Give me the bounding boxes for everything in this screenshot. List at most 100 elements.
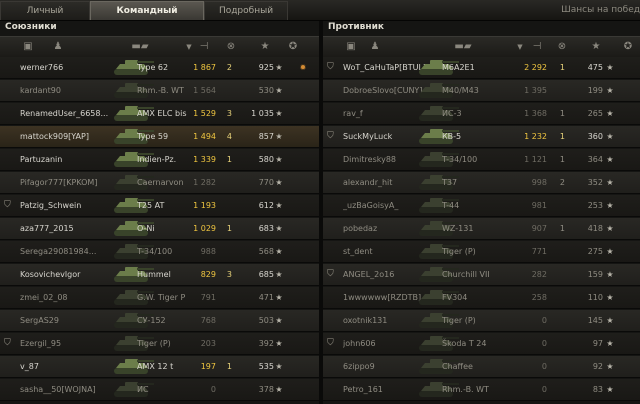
damage-value: 197: [200, 362, 216, 371]
table-row[interactable]: sasha__50[WOJNA] ИС 0 378 ★: [0, 379, 319, 401]
table-row[interactable]: zmei_02_08 G.W. Tiger P 791 471 ★: [0, 287, 319, 309]
star-icon: ★: [275, 362, 283, 371]
table-row[interactable]: 6zippo9 Chaffee 0 92 ★: [323, 356, 640, 378]
damage-value: 0: [541, 385, 547, 394]
player-icon[interactable]: ♟: [369, 40, 381, 54]
table-row[interactable]: ⛉ SuckMyLuck КВ-5 1 232 1 360 ★: [323, 126, 640, 148]
table-row[interactable]: st_dent Tiger (P) 771 275 ★: [323, 241, 640, 263]
table-row[interactable]: ⛉ WoT_CaHuTaP[BTUL] M6A2E1 2 292 1 475 ★: [323, 57, 640, 79]
table-row[interactable]: SergAS29 СУ-152 768 503 ★: [0, 310, 319, 332]
platoon-icon: ⛉: [4, 200, 11, 210]
table-row[interactable]: Kosovichevlgor Hummel 829 3 685 ★: [0, 264, 319, 286]
kills-value: 1: [559, 224, 565, 233]
player-name[interactable]: zmei_02_08: [20, 287, 116, 308]
table-row[interactable]: Petro_161 Rhm.-B. WT 0 83 ★: [323, 379, 640, 401]
damage-value: 1 494: [193, 132, 216, 141]
table-row[interactable]: Dimitresky88 T-34/100 1 121 1 364 ★: [323, 149, 640, 171]
player-name[interactable]: mattock909[YAP]: [20, 126, 116, 147]
medal-icon[interactable]: ✹: [296, 57, 310, 78]
damage-icon[interactable]: ⊣: [196, 40, 212, 54]
player-name[interactable]: Pifagor777[KPKOM]: [20, 172, 116, 193]
table-row[interactable]: Pifagor777[KPKOM] Caernarvon 1 282 770 ★: [0, 172, 319, 194]
table-row[interactable]: v_87 AMX 12 t 197 1 535 ★: [0, 356, 319, 378]
tab-personal-result[interactable]: Личный результат: [0, 1, 90, 34]
table-row[interactable]: werner766 Type 62 1 867 2 925 ★ ✹: [0, 57, 319, 79]
player-name[interactable]: v_87: [20, 356, 116, 377]
player-name[interactable]: RenamedUser_6658...: [20, 103, 116, 124]
damage-icon[interactable]: ⊣: [529, 40, 545, 54]
platoon-icon[interactable]: ▣: [22, 40, 34, 54]
table-row[interactable]: aza777_2015 O-Ni 1 029 1 683 ★: [0, 218, 319, 240]
star-icon: ★: [606, 155, 614, 164]
table-row[interactable]: ⛉ Ezergil_95 Tiger (P) 203 392 ★: [0, 333, 319, 355]
experience-value: 265: [587, 109, 603, 118]
table-row[interactable]: Serega29081984... T-34/100 988 568 ★: [0, 241, 319, 263]
table-row[interactable]: kardant90 Rhm.-B. WT 1 564 530 ★: [0, 80, 319, 102]
player-name[interactable]: SergAS29: [20, 310, 116, 331]
sort-arrow-icon[interactable]: ▼: [184, 40, 194, 54]
player-icon[interactable]: ♟: [52, 40, 64, 54]
damage-value: 1 564: [193, 86, 216, 95]
vehicle-name: ИС-3: [442, 109, 462, 118]
table-row[interactable]: ⛉ Patzig_Schwein T25 AT 1 193 612 ★: [0, 195, 319, 217]
kills-value: 1: [559, 63, 565, 72]
player-name[interactable]: Kosovichevlgor: [20, 264, 116, 285]
medal-icon[interactable]: ✪: [286, 40, 300, 54]
vehicle-icon[interactable]: ▬▰: [120, 40, 160, 54]
table-row[interactable]: Partuzanin Indien-Pz. 1 339 1 580 ★: [0, 149, 319, 171]
vehicle-name: Tiger (P): [442, 247, 476, 256]
allies-panel: Союзники ▣ ♟ ▬▰ ▼ ⊣ ⊗ ★ ✪ werner766 Type …: [0, 21, 319, 404]
table-row[interactable]: oxotnik131 Tiger (P) 0 145 ★: [323, 310, 640, 332]
player-name[interactable]: Serega29081984...: [20, 241, 116, 262]
kills-value: 1: [226, 362, 232, 371]
table-row[interactable]: ⛉ ANGEL_2o16 Churchill VII 282 159 ★: [323, 264, 640, 286]
table-row[interactable]: DobroeSlovo[CUNY] M40/M43 1 395 199 ★: [323, 80, 640, 102]
table-row[interactable]: rav_f ИС-3 1 368 1 265 ★: [323, 103, 640, 125]
experience-value: 568: [258, 247, 274, 256]
tab-team-result[interactable]: Командный результат: [90, 1, 204, 34]
damage-value: 258: [531, 293, 547, 302]
player-name[interactable]: Patzig_Schwein: [20, 195, 116, 216]
damage-value: 0: [541, 339, 547, 348]
damage-value: 1 529: [193, 109, 216, 118]
experience-icon[interactable]: ★: [258, 40, 272, 54]
kills-icon[interactable]: ⊗: [553, 40, 571, 54]
damage-value: 1 282: [193, 178, 216, 187]
star-icon: ★: [275, 339, 283, 348]
damage-value: 1 867: [193, 63, 216, 72]
star-icon: ★: [606, 362, 614, 371]
kills-icon[interactable]: ⊗: [222, 40, 240, 54]
experience-icon[interactable]: ★: [589, 40, 603, 54]
table-row[interactable]: pobedaz WZ-131 907 1 418 ★: [323, 218, 640, 240]
vehicle-name: FV304: [442, 293, 468, 302]
enemies-panel: Противник ▣ ♟ ▬▰ ▼ ⊣ ⊗ ★ ✪ ⛉ WoT_CaHuTaP[…: [323, 21, 640, 404]
star-icon: ★: [275, 270, 283, 279]
player-name[interactable]: sasha__50[WOJNA]: [20, 379, 116, 400]
experience-value: 1 035: [251, 109, 274, 118]
table-row[interactable]: mattock909[YAP] Type 59 1 494 4 857 ★: [0, 126, 319, 148]
vehicle-icon[interactable]: ▬▰: [443, 40, 483, 54]
player-name[interactable]: kardant90: [20, 80, 116, 101]
table-row[interactable]: _uzBaGoisyA_ T-44 981 253 ★: [323, 195, 640, 217]
star-icon: ★: [275, 293, 283, 302]
table-row[interactable]: ⛉ john606 Škoda T 24 0 97 ★: [323, 333, 640, 355]
star-icon: ★: [275, 86, 283, 95]
damage-value: 1 232: [524, 132, 547, 141]
star-icon: ★: [606, 316, 614, 325]
kills-value: 3: [226, 270, 232, 279]
sort-arrow-icon[interactable]: ▼: [515, 40, 525, 54]
medal-icon[interactable]: ✪: [621, 40, 635, 54]
player-name[interactable]: werner766: [20, 57, 116, 78]
experience-value: 364: [587, 155, 603, 164]
table-row[interactable]: RenamedUser_6658... AMX ELC bis 1 529 3 1 03…: [0, 103, 319, 125]
table-row[interactable]: 1wwwwww[RZDTB] FV304 258 110 ★: [323, 287, 640, 309]
player-name[interactable]: Ezergil_95: [20, 333, 116, 354]
platoon-icon: ⛉: [4, 338, 11, 348]
player-name[interactable]: aza777_2015: [20, 218, 116, 239]
table-row[interactable]: alexandr_hit T37 998 2 352 ★: [323, 172, 640, 194]
tab-detailed-report[interactable]: Подробный отчёт: [204, 1, 288, 34]
player-name[interactable]: Partuzanin: [20, 149, 116, 170]
platoon-icon: ⛉: [327, 131, 334, 141]
platoon-icon[interactable]: ▣: [345, 40, 357, 54]
experience-value: 535: [258, 362, 274, 371]
